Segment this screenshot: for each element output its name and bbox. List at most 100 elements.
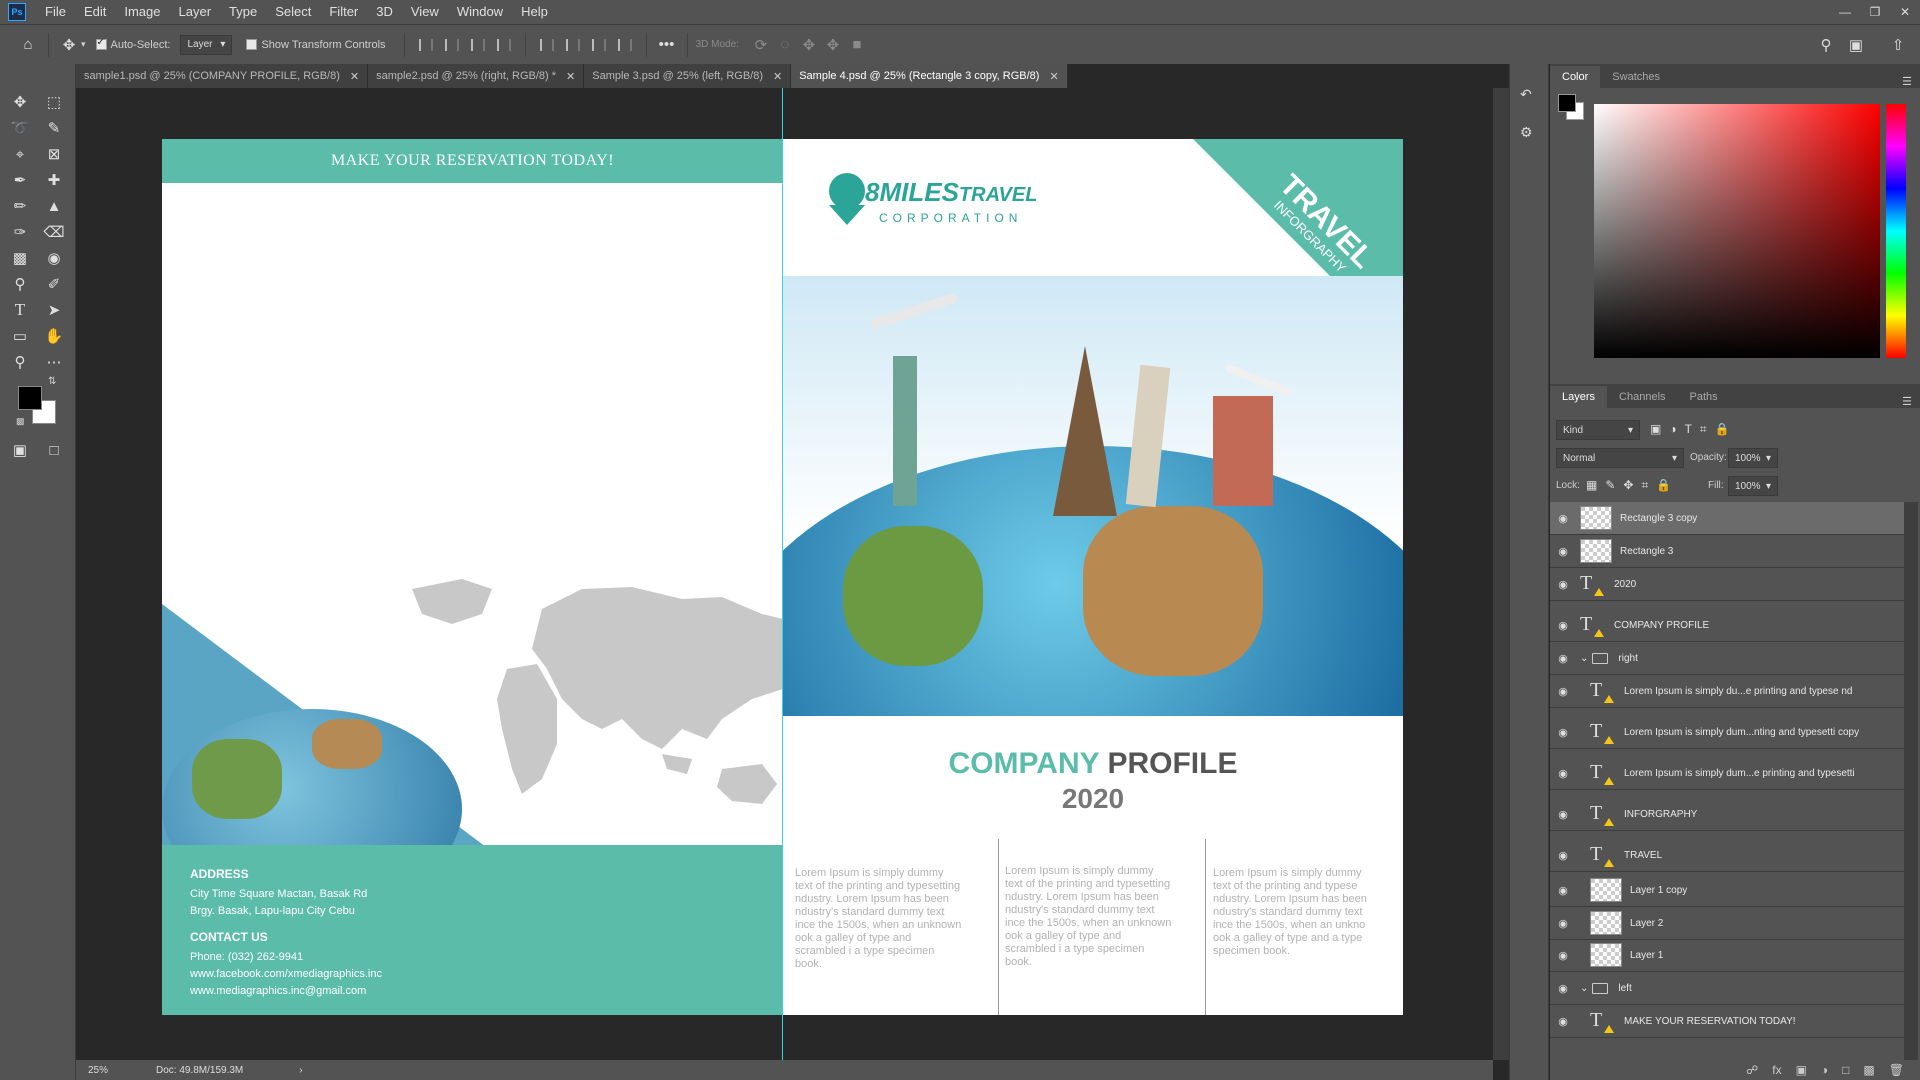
zoom-level[interactable]: 25% <box>88 1065 148 1076</box>
blend-mode-dropdown[interactable]: Normal ▾ <box>1556 448 1684 468</box>
more-options-icon[interactable]: ••• <box>655 33 679 57</box>
home-icon[interactable]: ⌂ <box>16 33 40 57</box>
new-layer-icon[interactable]: ▩ <box>1863 1063 1874 1077</box>
menu-help[interactable]: Help <box>512 0 557 24</box>
layer-row[interactable]: ◉ T INFORGRAPHY <box>1550 798 1904 831</box>
menu-edit[interactable]: Edit <box>75 0 115 24</box>
chevron-right-icon[interactable]: › <box>299 1065 302 1076</box>
minimize-icon[interactable]: — <box>1830 0 1860 24</box>
layer-row[interactable]: ◉ T Lorem Ipsum is simply dum...e printing… <box>1550 757 1904 790</box>
clone-stamp-tool-icon[interactable]: ▲ <box>40 194 68 218</box>
chevron-down-icon[interactable]: ▾ <box>81 39 86 50</box>
add-mask-icon[interactable]: ▣ <box>1796 1063 1807 1077</box>
align-bottom-icon[interactable] <box>586 33 612 57</box>
healing-brush-tool-icon[interactable]: ✚ <box>40 168 68 192</box>
screen-mode-icon[interactable]: □ <box>40 438 68 462</box>
align-center-icon[interactable] <box>439 33 465 57</box>
color-foreground-chip[interactable] <box>1558 94 1576 112</box>
align-top-icon[interactable] <box>534 33 560 57</box>
menu-image[interactable]: Image <box>115 0 169 24</box>
close-icon[interactable]: ✕ <box>773 70 782 83</box>
dodge-tool-icon[interactable]: ⚲ <box>6 272 34 296</box>
distribute-horizontal-icon[interactable] <box>612 33 638 57</box>
visibility-eye-icon[interactable]: ◉ <box>1550 685 1576 698</box>
menu-file[interactable]: File <box>36 0 75 24</box>
visibility-eye-icon[interactable]: ◉ <box>1550 917 1576 930</box>
layer-row[interactable]: ◉ Rectangle 3 <box>1550 535 1904 568</box>
new-group-icon[interactable]: □ <box>1842 1063 1849 1077</box>
menu-filter[interactable]: Filter <box>320 0 367 24</box>
tab-sample4[interactable]: Sample 4.psd @ 25% (Rectangle 3 copy, RG… <box>791 64 1068 88</box>
adjustment-layer-icon[interactable]: ◑ <box>1821 1063 1828 1077</box>
link-layers-icon[interactable]: ☍ <box>1746 1063 1758 1077</box>
show-transform-checkbox[interactable] <box>246 39 258 50</box>
visibility-eye-icon[interactable]: ◉ <box>1550 578 1576 591</box>
menu-window[interactable]: Window <box>448 0 512 24</box>
close-icon[interactable]: ✕ <box>350 70 359 83</box>
layer-row[interactable]: ◉ T TRAVEL <box>1550 839 1904 872</box>
quick-mask-icon[interactable]: ▣ <box>6 438 34 462</box>
distribute-vertical-icon[interactable] <box>491 33 517 57</box>
history-brush-tool-icon[interactable]: ✑ <box>6 220 34 244</box>
menu-3d[interactable]: 3D <box>367 0 402 24</box>
opacity-input[interactable]: 100% ▾ <box>1728 448 1778 468</box>
tab-channels[interactable]: Channels <box>1607 386 1677 408</box>
layer-row[interactable]: ◉ Layer 1 copy <box>1550 874 1904 907</box>
layers-scrollbar[interactable] <box>1904 502 1918 1060</box>
eraser-tool-icon[interactable]: ⌫ <box>40 220 68 244</box>
history-panel-icon[interactable]: ↶ <box>1520 86 1532 103</box>
layer-row[interactable]: ◉ T MAKE YOUR RESERVATION TODAY! <box>1550 1005 1904 1038</box>
gradient-tool-icon[interactable]: ▩ <box>6 246 34 270</box>
guide-line[interactable] <box>782 88 783 1060</box>
lock-icons[interactable]: ▦✎✥⌗🔒 <box>1586 478 1679 493</box>
edit-toolbar-icon[interactable]: ⋯ <box>40 350 68 374</box>
layer-row[interactable]: ◉ ⌄ right <box>1550 642 1904 675</box>
tab-sample1[interactable]: sample1.psd @ 25% (COMPANY PROFILE, RGB/… <box>76 64 369 88</box>
3d-scale-icon[interactable]: ■ <box>845 33 869 57</box>
visibility-eye-icon[interactable]: ◉ <box>1550 949 1576 962</box>
tab-paths[interactable]: Paths <box>1678 386 1730 408</box>
fill-input[interactable]: 100% ▾ <box>1728 476 1778 496</box>
tab-layers[interactable]: Layers <box>1550 386 1608 408</box>
search-icon[interactable]: ⚲ <box>1814 33 1838 57</box>
blur-tool-icon[interactable]: ◉ <box>40 246 68 270</box>
layer-row[interactable]: ◉ T 2020 <box>1550 568 1904 601</box>
menu-type[interactable]: Type <box>220 0 266 24</box>
layer-filter-icons[interactable]: ▣◑T⌗🔒 <box>1650 422 1738 437</box>
3d-roll-icon[interactable]: ◌ <box>773 33 797 57</box>
align-middle-icon[interactable] <box>560 33 586 57</box>
delete-layer-icon[interactable]: 🗑 <box>1889 1063 1904 1077</box>
layer-row[interactable]: ◉ T Lorem Ipsum is simply du...e printing … <box>1550 675 1904 708</box>
menu-layer[interactable]: Layer <box>170 0 221 24</box>
3d-pan-icon[interactable]: ✥ <box>797 33 821 57</box>
workspace-icon[interactable]: ▣ <box>1844 33 1868 57</box>
chevron-down-icon[interactable]: ⌄ <box>1580 653 1588 664</box>
visibility-eye-icon[interactable]: ◉ <box>1550 726 1576 739</box>
visibility-eye-icon[interactable]: ◉ <box>1550 1015 1576 1028</box>
share-icon[interactable]: ⇧ <box>1886 33 1910 57</box>
hue-slider[interactable] <box>1886 104 1906 358</box>
align-right-icon[interactable] <box>465 33 491 57</box>
3d-orbit-icon[interactable]: ⟳ <box>749 33 773 57</box>
marquee-tool-icon[interactable]: ⬚ <box>40 90 68 114</box>
menu-select[interactable]: Select <box>266 0 320 24</box>
close-icon[interactable]: ✕ <box>566 70 575 83</box>
layer-row[interactable]: ◉ T COMPANY PROFILE <box>1550 609 1904 642</box>
quick-select-tool-icon[interactable]: ✎ <box>40 116 68 140</box>
move-tool-icon[interactable]: ✥ <box>6 90 34 114</box>
zoom-tool-icon[interactable]: ⚲ <box>6 350 34 374</box>
align-left-icon[interactable] <box>413 33 439 57</box>
swap-colors-icon[interactable]: ⇅ <box>48 376 56 387</box>
close-icon[interactable]: ✕ <box>1890 0 1920 24</box>
properties-panel-icon[interactable]: ⚙ <box>1520 124 1533 141</box>
frame-tool-icon[interactable]: ⊠ <box>40 142 68 166</box>
close-icon[interactable]: ✕ <box>1049 70 1058 83</box>
type-tool-icon[interactable]: T <box>6 298 34 322</box>
pen-tool-icon[interactable]: ✐ <box>40 272 68 296</box>
visibility-eye-icon[interactable]: ◉ <box>1550 545 1576 558</box>
tab-swatches[interactable]: Swatches <box>1600 66 1672 88</box>
layer-row[interactable]: ◉ Rectangle 3 copy <box>1550 502 1904 535</box>
eyedropper-tool-icon[interactable]: ✒ <box>6 168 34 192</box>
visibility-eye-icon[interactable]: ◉ <box>1550 808 1576 821</box>
tab-color[interactable]: Color <box>1550 66 1601 88</box>
